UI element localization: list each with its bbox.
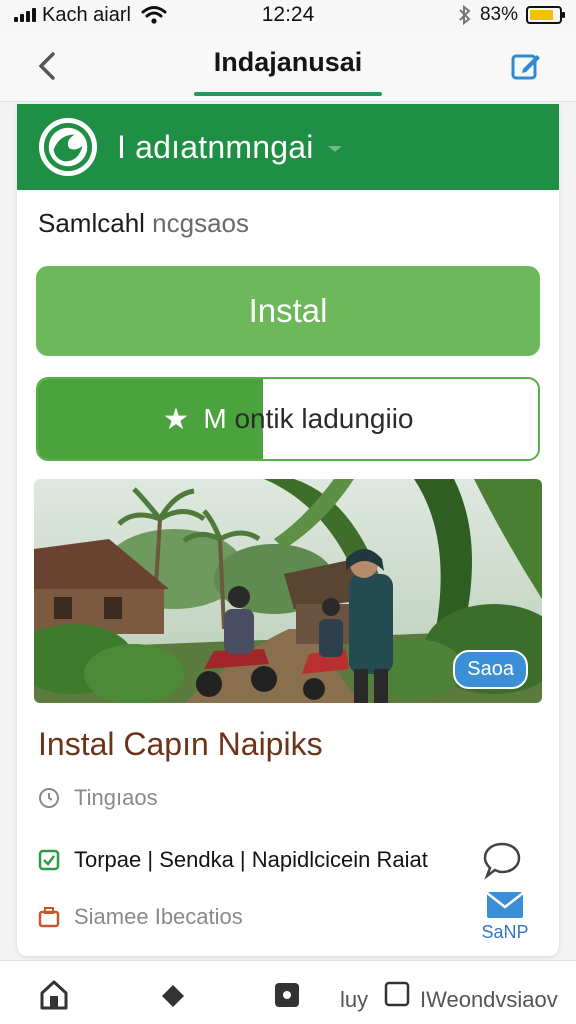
nav-media-button[interactable] bbox=[273, 981, 301, 1014]
progress-label-text: ontik ladungiio bbox=[234, 403, 414, 434]
mail-button[interactable]: SaNP bbox=[473, 890, 537, 946]
meta-share-row: Siamee Ibecatios bbox=[38, 904, 243, 930]
carrier-name: Kach aiarl bbox=[42, 3, 131, 26]
app-logo bbox=[39, 118, 97, 176]
photo-badge[interactable]: Saoa bbox=[453, 650, 528, 689]
meta-share: Siamee Ibecatios bbox=[74, 904, 243, 929]
search-label: Samlcahl ncgsaos bbox=[38, 208, 249, 239]
category-icon bbox=[38, 849, 60, 871]
mail-label: SaNP bbox=[481, 922, 529, 942]
battery-percent: 83% bbox=[479, 4, 518, 25]
install-button[interactable]: Instal bbox=[36, 266, 540, 356]
checkbox-icon bbox=[384, 981, 410, 1007]
status-bar: Kach aiarl 12:24 83% bbox=[0, 0, 576, 30]
mail-icon bbox=[486, 892, 524, 918]
edit-icon bbox=[511, 54, 540, 80]
nav-home-button[interactable] bbox=[38, 979, 70, 1016]
nav-item-text-2[interactable]: IWeondvsiaov bbox=[420, 987, 558, 1013]
progress-label-prefix: M bbox=[203, 403, 227, 434]
progress-label: ★ M ontik ladungiio bbox=[38, 379, 538, 459]
meta-details: Torpae | Sendka | Napidlcicein Raiat bbox=[74, 847, 428, 872]
title-underline bbox=[194, 92, 382, 96]
nav-explore-button[interactable] bbox=[160, 983, 186, 1014]
wifi-icon bbox=[141, 6, 167, 24]
meta-time: Tingıaos bbox=[74, 785, 158, 810]
status-right: 83% bbox=[458, 4, 565, 26]
star-icon: ★ bbox=[162, 402, 190, 436]
briefcase-icon bbox=[38, 907, 60, 928]
battery-icon bbox=[526, 6, 565, 24]
status-left: Kach aiarl bbox=[14, 4, 214, 27]
page-title: Indajanusai bbox=[213, 47, 363, 77]
meta-details-row: Torpae | Sendka | Napidlcicein Raiat bbox=[38, 847, 428, 873]
media-icon bbox=[275, 983, 299, 1007]
nav-item-text-1[interactable]: luy bbox=[340, 987, 368, 1013]
signal-icon bbox=[14, 8, 36, 22]
clock-icon bbox=[39, 788, 59, 808]
header-title: I adıatnmngai bbox=[117, 128, 314, 165]
top-nav: Indajanusai bbox=[0, 30, 576, 102]
nav-checkbox-button[interactable] bbox=[384, 981, 410, 1012]
chevron-left-icon bbox=[39, 52, 55, 80]
chat-bubble-icon[interactable] bbox=[482, 840, 522, 880]
diamond-icon bbox=[162, 985, 184, 1007]
main-card: I adıatnmngai Samlcahl ncgsaos Instal ★ … bbox=[17, 104, 559, 956]
edit-button[interactable] bbox=[508, 48, 544, 84]
logo-icon bbox=[43, 122, 93, 172]
article-title[interactable]: Instal Capın Naipiks bbox=[38, 726, 323, 763]
bottom-nav: luy IWeondvsiaov bbox=[0, 960, 576, 1024]
article-photo[interactable]: Saoa bbox=[34, 479, 542, 703]
search-label-muted: ncgsaos bbox=[152, 208, 250, 238]
app-header[interactable]: I adıatnmngai bbox=[17, 104, 559, 190]
download-progress-button[interactable]: ★ M ontik ladungiio bbox=[36, 377, 540, 461]
dropdown-caret-icon bbox=[327, 146, 342, 152]
bluetooth-icon bbox=[459, 5, 471, 25]
search-label-main: Samlcahl bbox=[38, 208, 145, 238]
meta-time-row: Tingıaos bbox=[38, 785, 158, 811]
back-button[interactable] bbox=[32, 48, 62, 84]
battery-fill bbox=[530, 10, 554, 20]
home-icon bbox=[40, 980, 68, 1010]
